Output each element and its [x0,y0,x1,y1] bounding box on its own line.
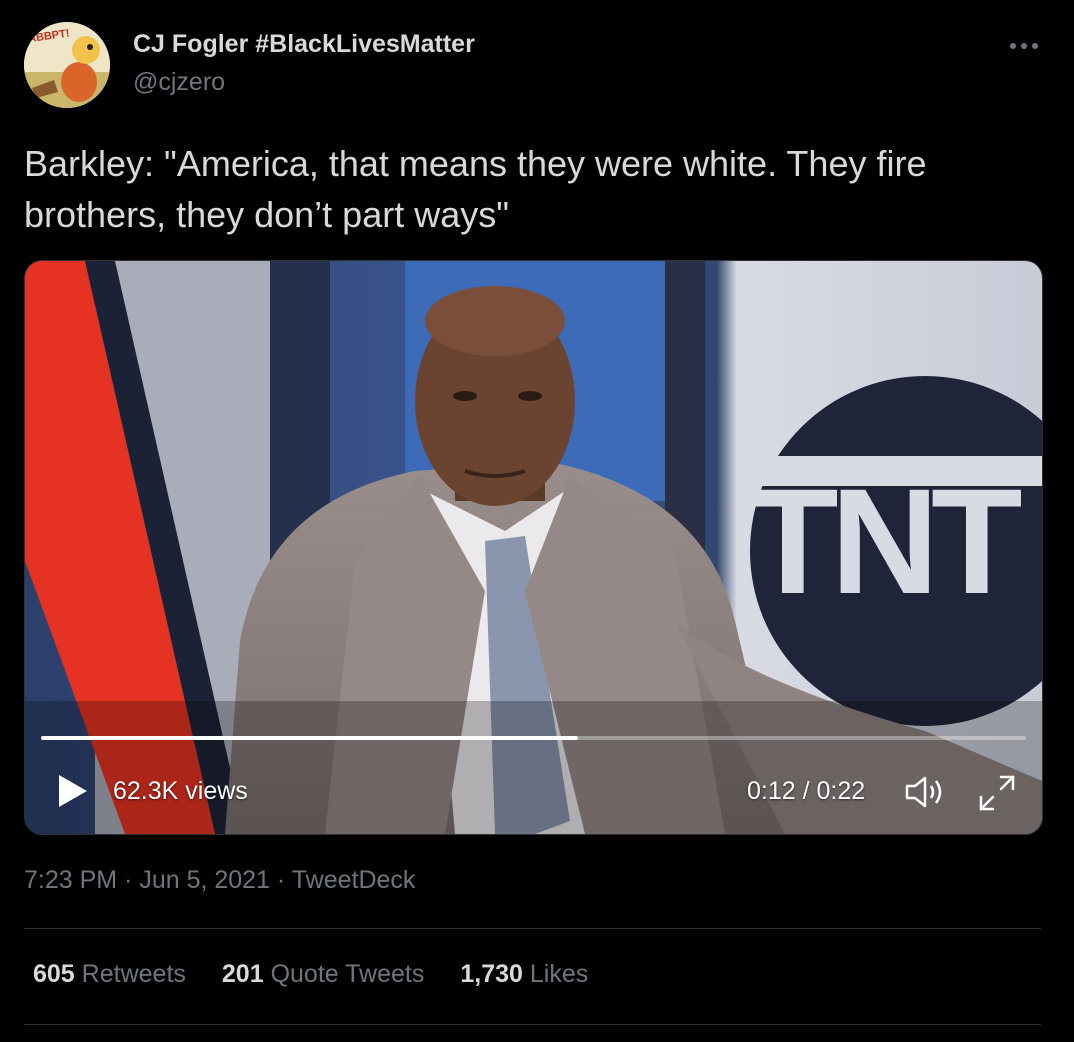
video-progress-fill [41,736,578,740]
author-display-name[interactable]: CJ Fogler #BlackLivesMatter [133,30,475,59]
quote-tweets-stat[interactable]: 201 Quote Tweets [222,960,424,989]
more-options-icon[interactable] [1000,26,1048,66]
avatar-cartoon: ABBPT! [24,22,110,108]
avatar[interactable]: ABBPT! [24,22,110,108]
likes-stat[interactable]: 1,730 Likes [460,960,588,989]
view-count: 62.3K views [113,777,248,805]
quote-tweets-label: Quote Tweets [270,960,425,988]
video-progress-bar[interactable] [41,736,1026,740]
retweets-count: 605 [33,960,75,988]
fullscreen-icon[interactable] [977,773,1017,813]
tweet-stats: 605 Retweets 201 Quote Tweets 1,730 Like… [33,960,588,989]
likes-count: 1,730 [460,960,523,988]
quote-tweets-count: 201 [221,960,264,988]
play-icon[interactable] [55,773,89,809]
video-time: 0:12 / 0:22 [747,777,866,805]
volume-icon[interactable] [903,774,947,810]
video-player[interactable]: TNT 62.3K views 0:12 / 0:22 [24,260,1043,835]
video-frame: TNT [25,261,1042,834]
likes-label: Likes [529,960,589,988]
tweet-timestamp[interactable]: 7:23 PM · Jun 5, 2021 · TweetDeck [24,866,415,895]
author-handle[interactable]: @cjzero [133,68,225,97]
divider [24,1024,1041,1025]
tweet-text: Barkley: "America, that means they were … [24,143,927,235]
retweets-stat[interactable]: 605 Retweets [33,960,186,989]
divider [24,928,1041,929]
tnt-logo: TNT [747,457,1022,625]
retweets-label: Retweets [81,960,186,988]
